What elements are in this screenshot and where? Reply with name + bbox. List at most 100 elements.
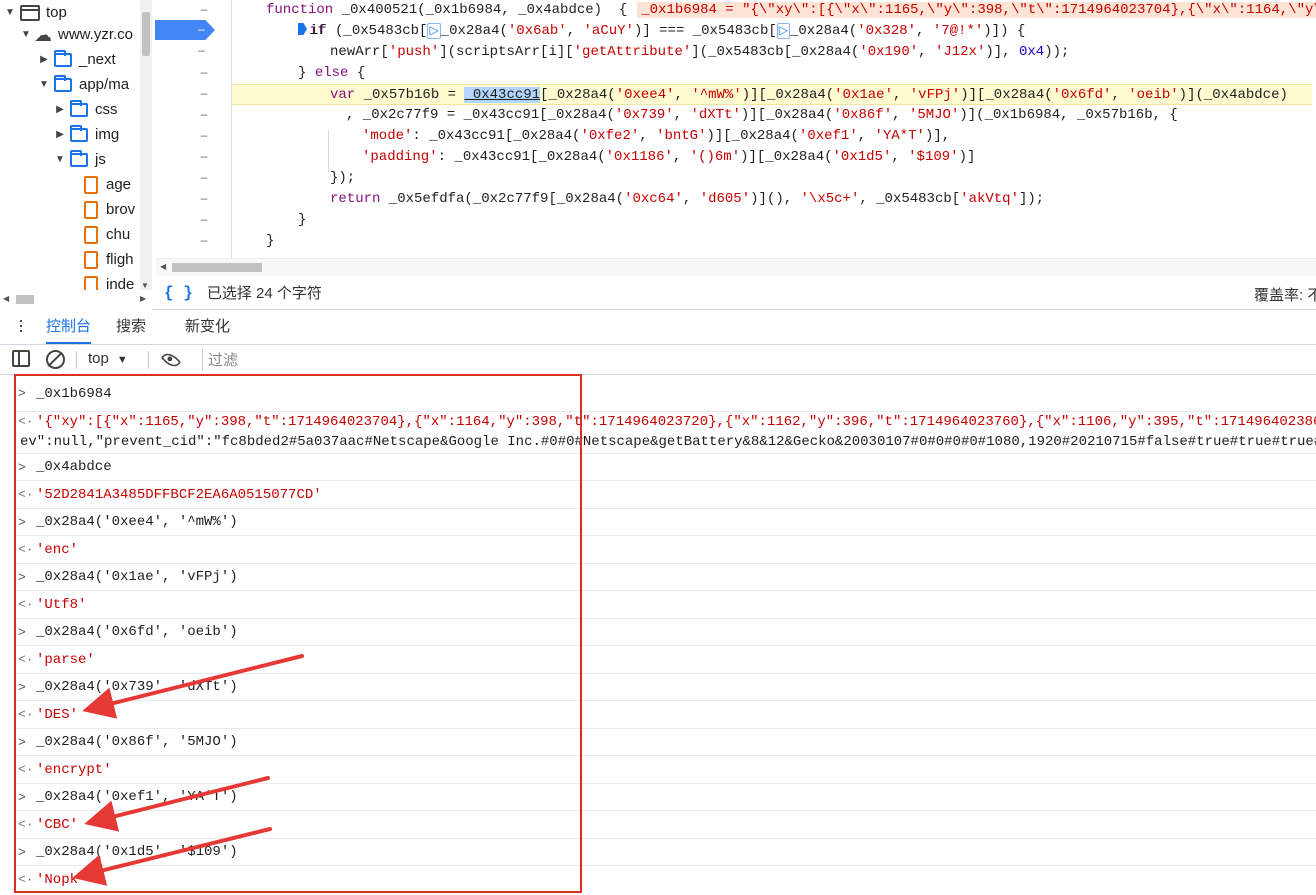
tab-search[interactable]: 搜索 bbox=[116, 310, 146, 344]
code-token: )][_0x28a4( bbox=[960, 87, 1053, 103]
console-output-text: '52D2841A3485DFFBCF2EA6A0515077CD' bbox=[36, 487, 322, 503]
code-token: _0x57b16b = bbox=[355, 87, 465, 103]
caret-down-icon: ▼ bbox=[116, 354, 128, 366]
code-token: return bbox=[330, 191, 381, 207]
code-token: { bbox=[348, 65, 366, 81]
console-input-row: > _0x28a4('0x86f', '5MJO') bbox=[14, 729, 1316, 756]
code-editor[interactable]: function _0x400521(_0x1b6984, _0x4abdce)… bbox=[232, 0, 1316, 258]
code-token: var bbox=[330, 87, 356, 103]
tree-item-label: top bbox=[46, 4, 67, 21]
console-output-row[interactable]: <· '{"xy":[{"x":1165,"y":398,"t":17149640… bbox=[14, 412, 1316, 454]
console-input-row: > _0x28a4('0xee4', '^mW%') bbox=[14, 509, 1316, 536]
code-token: 'akVtq' bbox=[960, 191, 1019, 207]
code-horizontal-scrollbar[interactable]: ◀ bbox=[156, 258, 1316, 276]
tree-item-next[interactable]: ▶ _next bbox=[38, 47, 116, 72]
chevron-down-icon[interactable]: ▼ bbox=[54, 154, 66, 165]
chevron-right-icon[interactable]: ▶ bbox=[54, 104, 66, 115]
code-token: , bbox=[674, 87, 692, 103]
console-output-row[interactable]: <·'encrypt' bbox=[14, 756, 1316, 784]
console-output-row[interactable]: <· 'Nopk' bbox=[14, 866, 1316, 894]
tree-item-img[interactable]: ▶ img bbox=[54, 122, 119, 147]
tab-whats-new[interactable]: 新变化 bbox=[185, 310, 230, 344]
code-token: '0x1d5' bbox=[832, 149, 892, 165]
code-token: , bbox=[916, 23, 933, 39]
console-input-row: > _0x28a4('0x1d5', '$109') bbox=[14, 839, 1316, 866]
pretty-print-icon[interactable]: { } bbox=[164, 284, 193, 302]
more-options-icon[interactable]: · · · bbox=[14, 311, 28, 339]
code-token: '0x190' bbox=[859, 44, 919, 60]
inline-breakpoint-icon[interactable]: ▷ bbox=[427, 23, 441, 39]
tree-item-label: _next bbox=[79, 51, 116, 68]
console-output-row[interactable]: <· 'DES' bbox=[14, 701, 1316, 729]
chevron-down-icon[interactable]: ▼ bbox=[4, 7, 16, 18]
tree-vertical-scrollbar[interactable]: ▼ bbox=[140, 0, 152, 290]
chevron-down-icon[interactable]: ▼ bbox=[38, 79, 50, 90]
tree-item-domain[interactable]: ▼ ☁ www.yzr.co bbox=[20, 22, 133, 47]
filter-input[interactable] bbox=[202, 349, 1316, 371]
console-output-row[interactable]: <·'enc' bbox=[14, 536, 1316, 564]
chevron-right-icon[interactable]: ▶ bbox=[38, 54, 50, 65]
result-arrow-icon: <· bbox=[18, 817, 34, 832]
tree-item-file[interactable]: inde bbox=[82, 272, 134, 290]
gutter-marker: – bbox=[200, 191, 208, 205]
eye-icon[interactable] bbox=[160, 349, 182, 371]
inline-breakpoint-icon[interactable]: ▷ bbox=[776, 23, 790, 39]
coverage-label[interactable]: 覆盖率: 不 bbox=[1254, 284, 1316, 305]
inline-breakpoint-icon[interactable] bbox=[298, 23, 307, 35]
console-output-row[interactable]: <· 'CBC' bbox=[14, 811, 1316, 839]
breakpoint-marker[interactable] bbox=[155, 20, 215, 40]
code-token: , bbox=[566, 23, 584, 39]
code-token: '^mW%' bbox=[691, 87, 742, 103]
tree-horizontal-scrollbar[interactable]: ◀ ▶ bbox=[0, 290, 152, 310]
tree-item-file[interactable]: age bbox=[82, 172, 131, 197]
gutter-marker: – bbox=[200, 65, 208, 79]
tree-item-file[interactable]: brov bbox=[82, 197, 135, 222]
chevron-down-icon[interactable]: ▼ bbox=[20, 29, 32, 40]
sidebar-toggle-icon[interactable] bbox=[12, 350, 30, 367]
file-icon bbox=[84, 250, 98, 269]
tree-item-label: css bbox=[95, 101, 118, 118]
tree-item-app[interactable]: ▼ app/ma bbox=[38, 72, 129, 97]
code-token: , bbox=[891, 149, 909, 165]
file-icon bbox=[84, 275, 98, 290]
scrollbar-thumb[interactable] bbox=[172, 263, 262, 272]
console-input-row: > _0x28a4('0x739', 'dXTt') bbox=[14, 674, 1316, 701]
code-token: 'd605' bbox=[699, 191, 751, 207]
file-icon bbox=[84, 175, 98, 194]
console-output-row[interactable]: <· '52D2841A3485DFFBCF2EA6A0515077CD' bbox=[14, 481, 1316, 509]
scrollbar-thumb[interactable] bbox=[142, 12, 150, 56]
gutter-marker: – bbox=[200, 149, 208, 163]
code-token: _0x28a4( bbox=[790, 23, 858, 39]
selected-token[interactable]: _0x43cc91 bbox=[464, 87, 541, 103]
chevron-right-icon[interactable]: ▶ bbox=[54, 129, 66, 140]
tree-item-js[interactable]: ▼ js bbox=[54, 147, 106, 172]
code-token: )]) { bbox=[983, 23, 1026, 39]
code-line: 'mode': _0x43cc91[_0x28a4('0xfe2', 'bntG… bbox=[362, 126, 1316, 147]
code-token: ]); bbox=[1018, 191, 1045, 207]
tab-console[interactable]: 控制台 bbox=[46, 310, 92, 344]
scroll-right-arrow-icon[interactable]: ▶ bbox=[140, 294, 146, 303]
code-token: )](_0x4abdce) bbox=[1178, 87, 1288, 103]
sources-panel: ▼ top ▼ ☁ www.yzr.co ▶ _next ▼ app/ma ▶ … bbox=[0, 0, 1316, 310]
console-output-row[interactable]: <·'parse' bbox=[14, 646, 1316, 674]
scrollbar-thumb[interactable] bbox=[16, 295, 34, 304]
console-output-row[interactable]: <· 'Utf8' bbox=[14, 591, 1316, 619]
scroll-left-arrow-icon[interactable]: ◀ bbox=[160, 262, 166, 271]
result-arrow-icon: <· bbox=[18, 762, 34, 777]
gutter-marker: – bbox=[200, 86, 208, 100]
code-token: : _0x43cc91[_0x28a4( bbox=[437, 149, 606, 165]
clear-console-icon[interactable] bbox=[46, 350, 65, 369]
prompt-chevron-icon: > bbox=[18, 735, 26, 750]
code-token: , bbox=[857, 128, 875, 144]
frame-icon bbox=[20, 4, 40, 21]
context-selector[interactable]: top ▼ bbox=[88, 350, 128, 367]
scroll-down-arrow-icon[interactable]: ▼ bbox=[141, 281, 149, 290]
code-token: '0xee4' bbox=[615, 87, 675, 103]
folder-icon bbox=[54, 74, 72, 92]
tree-item-css[interactable]: ▶ css bbox=[54, 97, 118, 122]
tree-item-file[interactable]: fligh bbox=[82, 247, 134, 272]
code-token: else bbox=[314, 65, 349, 81]
scroll-left-arrow-icon[interactable]: ◀ bbox=[3, 294, 9, 303]
tree-item-label: age bbox=[106, 176, 132, 193]
tree-item-file[interactable]: chu bbox=[82, 222, 130, 247]
